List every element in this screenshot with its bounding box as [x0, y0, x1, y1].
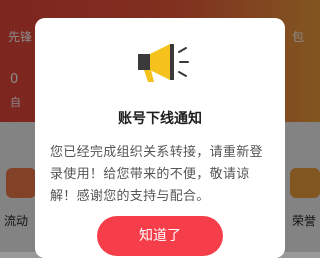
acknowledge-button[interactable]: 知道了 — [97, 216, 223, 256]
dialog-title: 账号下线通知 — [118, 111, 202, 127]
megaphone-icon — [138, 44, 189, 82]
dialog-message: 您已经完成组织关系转接，请重新登录使用！给您带来的不便，敬请谅解！感谢您的支持与… — [50, 145, 263, 204]
